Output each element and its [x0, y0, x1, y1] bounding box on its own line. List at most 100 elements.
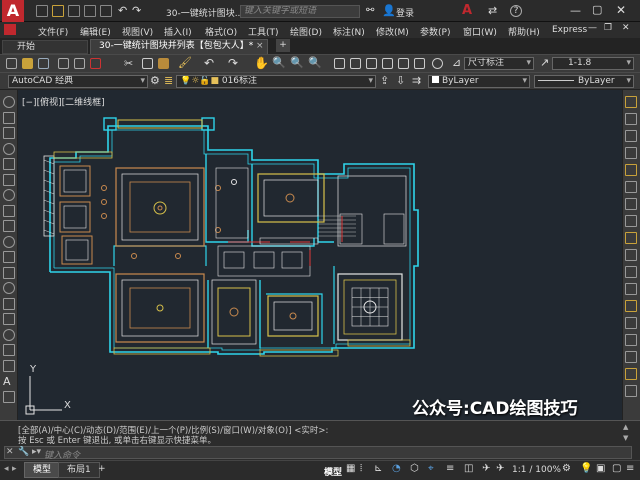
properties-icon[interactable]	[334, 58, 345, 69]
modify-chamfer-icon[interactable]	[625, 334, 637, 346]
draw-polyline-icon[interactable]	[3, 127, 15, 139]
workspace-switch-icon[interactable]: ⚙	[562, 463, 571, 474]
draw-gradient-icon[interactable]	[3, 328, 15, 341]
command-customize-icon[interactable]: 🔧	[18, 447, 29, 457]
draw-insert-block-icon[interactable]	[3, 266, 15, 279]
hardware-accel-icon[interactable]: ▣	[596, 463, 605, 474]
tool-palettes-icon[interactable]	[366, 58, 377, 69]
draw-ellipse-icon[interactable]	[3, 235, 15, 248]
modify-explode-icon[interactable]	[625, 385, 637, 397]
app-logo[interactable]: A	[2, 0, 24, 22]
modify-fillet-icon[interactable]	[625, 351, 637, 363]
menu-file[interactable]: 文件(F)	[38, 25, 68, 38]
modify-rotate-icon[interactable]	[625, 198, 637, 210]
add-tab-button[interactable]: +	[276, 39, 290, 52]
command-prompt-icon[interactable]: ▸▾	[32, 447, 41, 457]
login-link[interactable]: 登录	[396, 6, 414, 19]
design-center-icon[interactable]	[350, 58, 361, 69]
status-next-icon[interactable]: ▸	[12, 464, 17, 474]
command-scroll-down-icon[interactable]: ▼	[623, 434, 628, 442]
modify-extend-icon[interactable]	[625, 266, 637, 278]
annotation-visibility-icon[interactable]: ✈	[482, 463, 490, 474]
publish-icon[interactable]	[90, 58, 101, 69]
dim-style-select[interactable]: 尺寸标注 ▾	[464, 57, 534, 70]
paste-icon[interactable]	[158, 58, 169, 69]
model-space-button[interactable]: 模型	[324, 465, 342, 478]
modify-blend-icon[interactable]	[625, 368, 637, 380]
snap-icon[interactable]: ⦙	[360, 463, 362, 474]
menu-express[interactable]: Express	[552, 25, 587, 35]
calculator-icon[interactable]	[414, 58, 425, 69]
preview-icon[interactable]	[74, 58, 85, 69]
customize-status-icon[interactable]: ≡	[626, 463, 634, 474]
modify-array-icon[interactable]	[625, 164, 637, 176]
workspace-select[interactable]: AutoCAD 经典 ▾	[8, 75, 148, 88]
redo-tb-icon[interactable]: ↷	[228, 56, 238, 70]
menu-format[interactable]: 格式(O)	[205, 25, 237, 38]
modify-join-icon[interactable]	[625, 317, 637, 329]
modify-mirror-icon[interactable]	[625, 130, 637, 142]
tab-start[interactable]: 开始	[2, 40, 88, 54]
print-icon[interactable]	[100, 5, 112, 17]
markup-icon[interactable]	[398, 58, 409, 69]
isolate-icon[interactable]: 💡	[580, 463, 592, 474]
model-tab[interactable]: 模型	[24, 462, 61, 478]
modify-break-at-point-icon[interactable]	[625, 283, 637, 295]
undo-tb-icon[interactable]: ↶	[204, 56, 214, 70]
close-icon[interactable]: ✕	[616, 3, 626, 17]
draw-polygon-icon[interactable]	[3, 142, 15, 155]
new-file-icon[interactable]	[36, 5, 48, 17]
match-props-icon[interactable]: 🖌	[178, 56, 192, 69]
draw-point-icon[interactable]	[3, 297, 15, 310]
osnap-icon[interactable]: ⌖	[428, 463, 434, 474]
menu-help[interactable]: 帮助(H)	[508, 25, 540, 38]
menu-insert[interactable]: 插入(I)	[164, 25, 192, 38]
menu-parameter[interactable]: 参数(P)	[420, 25, 450, 38]
tab-active-document[interactable]: 30-一键统计图块并列表【包包大人】*	[90, 39, 268, 54]
scale-readout[interactable]: 1:1 / 100%	[512, 465, 561, 475]
layer-manager-icon[interactable]: ≣	[164, 74, 173, 87]
layer-select[interactable]: 💡☼🔓■ 016标注 ▾	[176, 75, 376, 88]
search-box[interactable]: 键入关键字或短语	[240, 5, 360, 18]
print-tb-icon[interactable]	[58, 58, 69, 69]
polar-icon[interactable]: ◔	[392, 463, 401, 474]
modify-copy-icon[interactable]	[625, 113, 637, 125]
draw-ellipse-arc-icon[interactable]	[3, 251, 15, 263]
draw-circle-icon[interactable]	[3, 189, 15, 201]
status-prev-icon[interactable]: ◂	[4, 464, 9, 474]
modify-offset-icon[interactable]	[625, 147, 637, 159]
draw-revision-cloud-icon[interactable]	[3, 204, 15, 217]
make-current-layer-icon[interactable]: ⇪	[380, 74, 389, 87]
draw-make-block-icon[interactable]	[3, 282, 15, 294]
help-icon[interactable]: ?	[510, 5, 522, 17]
save-icon[interactable]	[68, 5, 80, 17]
modify-break-icon[interactable]	[625, 300, 637, 312]
draw-spline-icon[interactable]	[3, 220, 15, 232]
maximize-icon[interactable]: ▢	[592, 3, 602, 16]
open-file-icon[interactable]	[52, 5, 64, 17]
search-input[interactable]: 键入关键字或短语	[244, 6, 316, 16]
menu-icon[interactable]	[4, 24, 16, 35]
zoom-window-icon[interactable]: 🔍	[290, 56, 304, 69]
menu-dimension[interactable]: 标注(N)	[333, 25, 365, 38]
exchange-icon[interactable]: ⇄	[488, 4, 497, 17]
autodesk-a360-icon[interactable]: A	[462, 3, 472, 18]
save-tb-icon[interactable]	[38, 58, 49, 69]
menu-tools[interactable]: 工具(T)	[248, 25, 279, 38]
draw-construction-line-icon[interactable]	[3, 111, 15, 124]
menu-edit[interactable]: 编辑(E)	[80, 25, 111, 38]
new-icon[interactable]	[6, 58, 17, 69]
command-close-icon[interactable]: ✕	[6, 447, 14, 457]
draw-line-icon[interactable]	[3, 96, 15, 108]
color-select[interactable]: ByLayer ▾	[428, 75, 530, 88]
pan-icon[interactable]: ✋	[254, 56, 269, 70]
grid-icon[interactable]: ▦	[346, 463, 355, 474]
draw-rectangle-icon[interactable]	[3, 158, 15, 170]
minimize-icon[interactable]: —	[570, 4, 581, 17]
tab-close-icon[interactable]: ×	[256, 41, 264, 51]
annotation-scale-icon[interactable]: ✈	[496, 463, 504, 474]
open-icon[interactable]	[22, 58, 33, 69]
modify-scale-icon[interactable]	[625, 215, 637, 227]
layer-previous-icon[interactable]: ⇩	[396, 74, 405, 87]
annotation-scale-select[interactable]: 1-1.8 ▾	[552, 57, 634, 70]
